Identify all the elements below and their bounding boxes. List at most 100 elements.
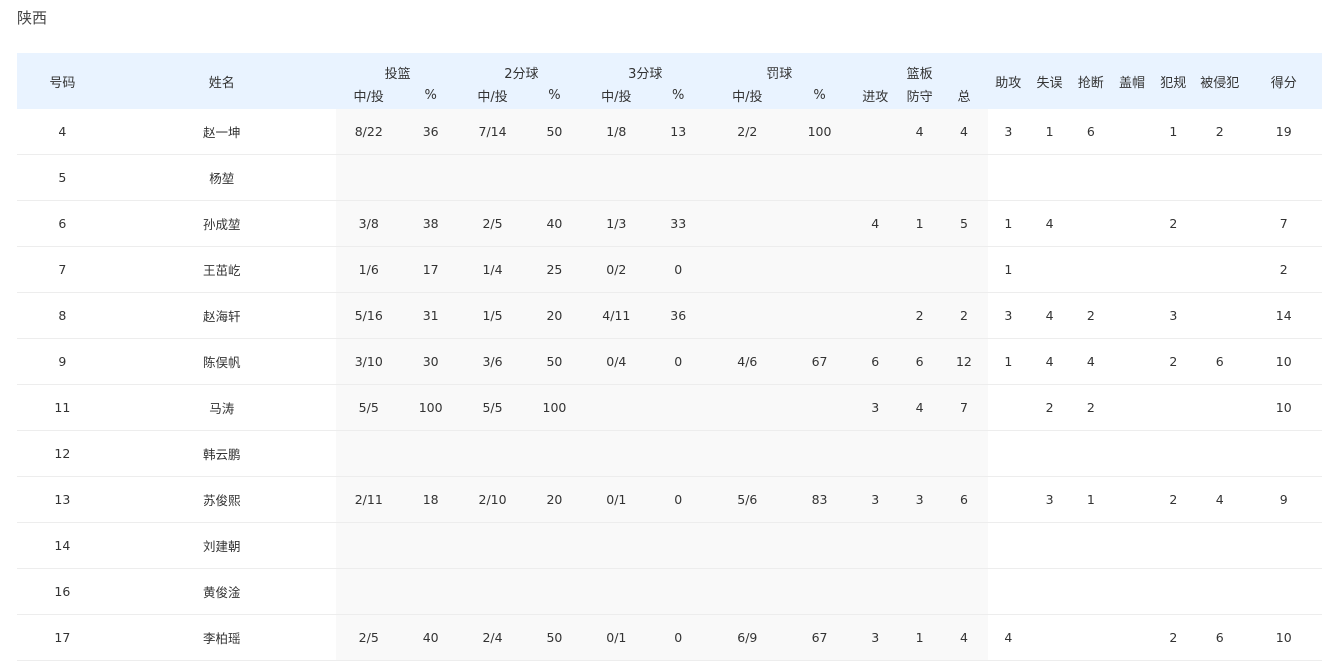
player-name: 韩云鹏 — [107, 430, 336, 477]
fouled — [1193, 154, 1246, 201]
total-reb: 4 — [940, 614, 988, 661]
three-made-att: 1/3 — [583, 200, 650, 247]
blocks — [1111, 614, 1153, 661]
header-fouls: 犯规 — [1152, 53, 1194, 109]
fg-made-att — [335, 154, 402, 201]
two-pct: 50 — [525, 338, 584, 385]
total-reb — [940, 154, 988, 201]
assists: 4 — [987, 614, 1029, 661]
offensive-reb: 6 — [851, 338, 899, 385]
points: 9 — [1245, 476, 1322, 523]
header-name: 姓名 — [107, 53, 336, 109]
header-total-reb: 总 — [940, 82, 988, 109]
total-reb: 2 — [940, 292, 988, 339]
points — [1245, 154, 1322, 201]
assists — [987, 476, 1029, 523]
turnovers — [1028, 568, 1071, 615]
fg-pct: 36 — [401, 109, 460, 155]
fg-pct — [401, 154, 460, 201]
assists — [987, 568, 1029, 615]
fouls: 3 — [1152, 292, 1194, 339]
defensive-reb: 1 — [898, 614, 941, 661]
player-row: 16 黄俊淦 — [17, 568, 1322, 615]
two-made-att: 1/4 — [459, 246, 526, 293]
two-made-att: 2/4 — [459, 614, 526, 661]
ft-made-att — [707, 522, 788, 569]
total-reb — [940, 522, 988, 569]
assists — [987, 384, 1029, 431]
player-row: 6 孙成堃 3/8 38 2/5 40 1/3 33 4 1 5 1 4 2 7 — [17, 200, 1322, 247]
turnovers: 4 — [1028, 292, 1071, 339]
header-turnovers: 失误 — [1028, 53, 1071, 109]
fg-made-att — [335, 522, 402, 569]
header-fg-made-att: 中/投 — [335, 82, 402, 109]
header-ft-pct: % — [787, 82, 852, 109]
defensive-reb: 1 — [898, 200, 941, 247]
header-fouled: 被侵犯 — [1193, 53, 1246, 109]
ft-pct — [787, 246, 852, 293]
ft-pct: 67 — [787, 338, 852, 385]
blocks — [1111, 200, 1153, 247]
assists — [987, 154, 1029, 201]
fg-made-att: 5/5 — [335, 384, 402, 431]
player-row: 7 王茁屹 1/6 17 1/4 25 0/2 0 1 2 — [17, 246, 1322, 293]
player-name: 李柏瑶 — [107, 614, 336, 661]
ft-made-att — [707, 200, 788, 247]
three-made-att: 0/1 — [583, 614, 650, 661]
offensive-reb — [851, 292, 899, 339]
fouled — [1193, 292, 1246, 339]
fg-made-att: 8/22 — [335, 109, 402, 155]
fg-made-att: 5/16 — [335, 292, 402, 339]
player-row: 13 苏俊熙 2/11 18 2/10 20 0/1 0 5/6 83 3 3 … — [17, 476, 1322, 523]
fouls — [1152, 430, 1194, 477]
two-pct — [525, 522, 584, 569]
player-rows: 4 赵一坤 8/22 36 7/14 50 1/8 13 2/2 100 4 4… — [17, 109, 1322, 661]
fg-pct — [401, 430, 460, 477]
player-number: 9 — [17, 338, 108, 385]
player-number: 12 — [17, 430, 108, 477]
ft-pct — [787, 292, 852, 339]
player-number: 16 — [17, 568, 108, 615]
blocks — [1111, 109, 1153, 155]
three-pct: 13 — [649, 109, 708, 155]
defensive-reb — [898, 246, 941, 293]
header-three-made-att: 中/投 — [583, 82, 650, 109]
fouled — [1193, 522, 1246, 569]
player-row: 5 杨堃 — [17, 154, 1322, 201]
turnovers: 4 — [1028, 200, 1071, 247]
team-title: 陕西 — [17, 9, 48, 27]
two-pct: 100 — [525, 384, 584, 431]
blocks — [1111, 246, 1153, 293]
blocks — [1111, 430, 1153, 477]
offensive-reb — [851, 109, 899, 155]
ft-pct: 67 — [787, 614, 852, 661]
fg-pct: 38 — [401, 200, 460, 247]
three-made-att: 4/11 — [583, 292, 650, 339]
three-made-att — [583, 430, 650, 477]
three-pct: 0 — [649, 476, 708, 523]
player-row: 9 陈俣帆 3/10 30 3/6 50 0/4 0 4/6 67 6 6 12… — [17, 338, 1322, 385]
points: 10 — [1245, 384, 1322, 431]
steals — [1070, 246, 1112, 293]
three-pct — [649, 430, 708, 477]
fouls — [1152, 154, 1194, 201]
fg-made-att — [335, 430, 402, 477]
assists: 1 — [987, 200, 1029, 247]
player-name: 马涛 — [107, 384, 336, 431]
two-pct: 50 — [525, 614, 584, 661]
three-made-att — [583, 522, 650, 569]
ft-made-att — [707, 246, 788, 293]
blocks — [1111, 384, 1153, 431]
steals — [1070, 568, 1112, 615]
two-pct: 20 — [525, 292, 584, 339]
player-number: 11 — [17, 384, 108, 431]
total-reb — [940, 430, 988, 477]
assists — [987, 430, 1029, 477]
points — [1245, 522, 1322, 569]
two-pct: 40 — [525, 200, 584, 247]
player-number: 6 — [17, 200, 108, 247]
three-made-att: 0/4 — [583, 338, 650, 385]
defensive-reb: 4 — [898, 109, 941, 155]
three-made-att: 1/8 — [583, 109, 650, 155]
player-name: 刘建朝 — [107, 522, 336, 569]
